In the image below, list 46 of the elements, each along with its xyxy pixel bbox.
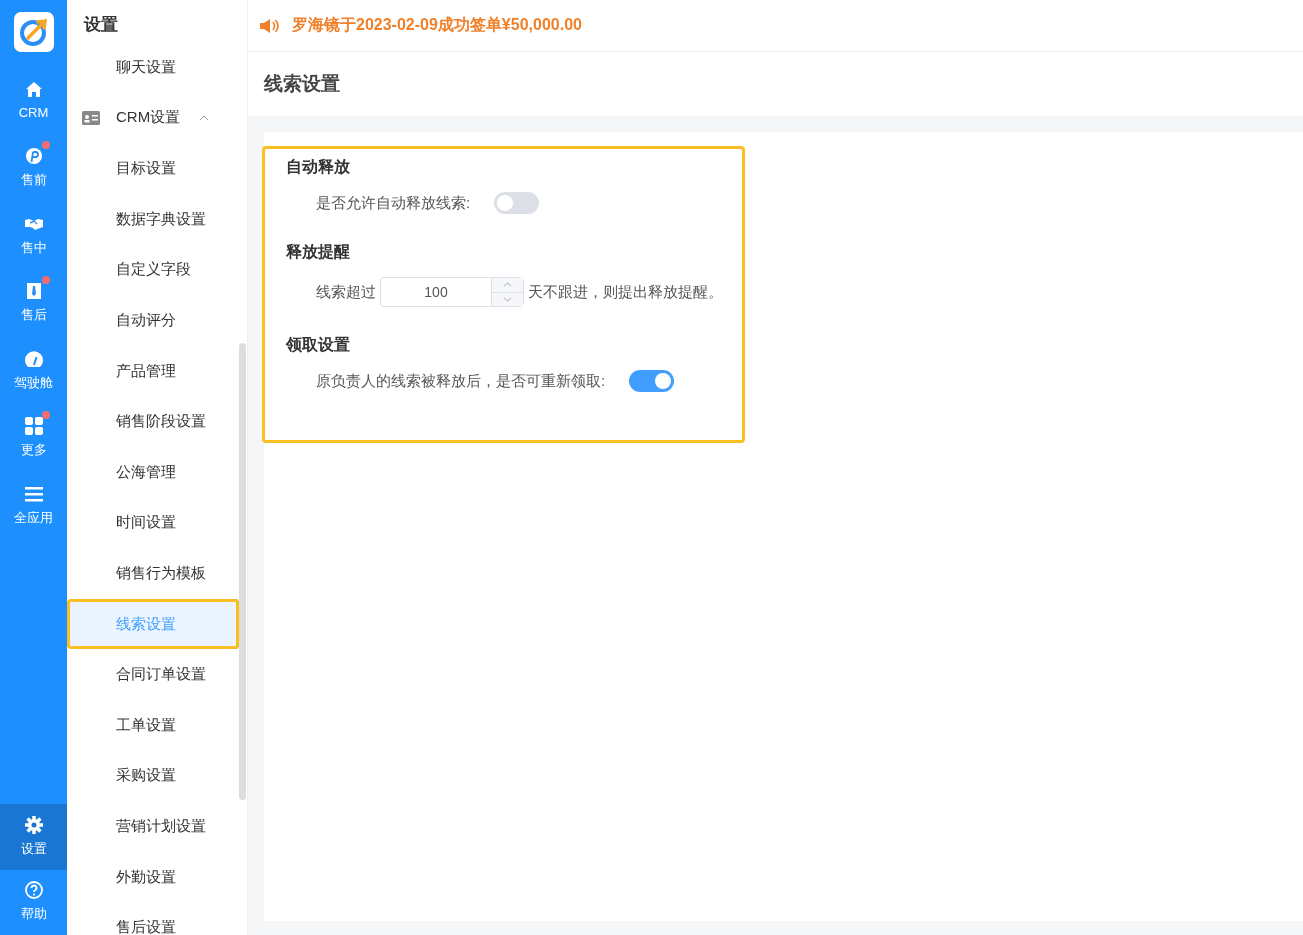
toggle-switch[interactable] bbox=[494, 192, 540, 214]
sidebar-title: 设置 bbox=[82, 14, 119, 36]
menu-item[interactable]: 营销计划设置 bbox=[67, 800, 247, 852]
menu-item[interactable]: 数据字典设置 bbox=[67, 193, 247, 245]
menu-item[interactable]: 聊天设置 bbox=[67, 42, 247, 93]
pin-icon bbox=[24, 147, 43, 166]
chevron-up-icon bbox=[503, 282, 512, 288]
house-icon bbox=[24, 81, 43, 100]
section-heading: 释放提醒 bbox=[286, 242, 351, 262]
menu-item[interactable]: 工单设置 bbox=[67, 699, 247, 751]
nav-item[interactable]: 设置 bbox=[0, 804, 67, 870]
section-heading: 自动释放 bbox=[286, 157, 351, 177]
chevron-icon[interactable] bbox=[199, 114, 210, 121]
field-label: 是否允许自动释放线索: bbox=[316, 193, 471, 213]
gauge-icon bbox=[24, 349, 43, 368]
menu-item[interactable]: 目标设置 bbox=[67, 143, 247, 194]
menu-item[interactable]: 公海管理 bbox=[67, 446, 247, 498]
speaker-icon bbox=[259, 17, 279, 34]
menu-item[interactable]: 销售阶段设置 bbox=[67, 396, 247, 447]
menu-item[interactable]: 时间设置 bbox=[67, 497, 247, 548]
id-card-icon bbox=[82, 110, 100, 125]
menu-item[interactable]: 自动评分 bbox=[67, 294, 247, 346]
field-label: 天不跟进，则提出释放提醒。 bbox=[528, 282, 723, 302]
menu-item[interactable]: 自定义字段 bbox=[67, 244, 247, 295]
page-title: 线索设置 bbox=[264, 72, 340, 96]
menu-icon bbox=[24, 484, 43, 503]
grid-icon bbox=[24, 417, 43, 436]
menu-item[interactable]: 销售行为模板 bbox=[67, 547, 247, 599]
announcement-text: 罗海镜于2023-02-09成功签单¥50,000.00 bbox=[292, 15, 582, 35]
field-label: 线索超过 bbox=[316, 282, 376, 302]
help-icon bbox=[24, 881, 43, 900]
number-input[interactable]: 100 bbox=[380, 277, 524, 307]
toggle-switch[interactable] bbox=[629, 370, 675, 392]
section-heading: 领取设置 bbox=[286, 335, 351, 355]
menu-group[interactable]: CRM设置 bbox=[116, 108, 181, 128]
menu-item[interactable]: 产品管理 bbox=[67, 345, 247, 397]
field-label: 原负责人的线索被释放后，是否可重新领取: bbox=[316, 371, 606, 391]
menu-item[interactable]: 采购设置 bbox=[67, 750, 247, 801]
menu-item[interactable]: 合同订单设置 bbox=[67, 649, 247, 700]
menu-item[interactable]: 外勤设置 bbox=[67, 851, 247, 903]
chevron-down-icon bbox=[503, 296, 512, 302]
menu-item[interactable]: 售后设置 bbox=[67, 902, 247, 935]
settings-icon bbox=[24, 815, 43, 834]
app-logo[interactable] bbox=[13, 12, 54, 52]
tie-icon bbox=[24, 282, 43, 301]
scrollbar[interactable] bbox=[239, 343, 246, 800]
